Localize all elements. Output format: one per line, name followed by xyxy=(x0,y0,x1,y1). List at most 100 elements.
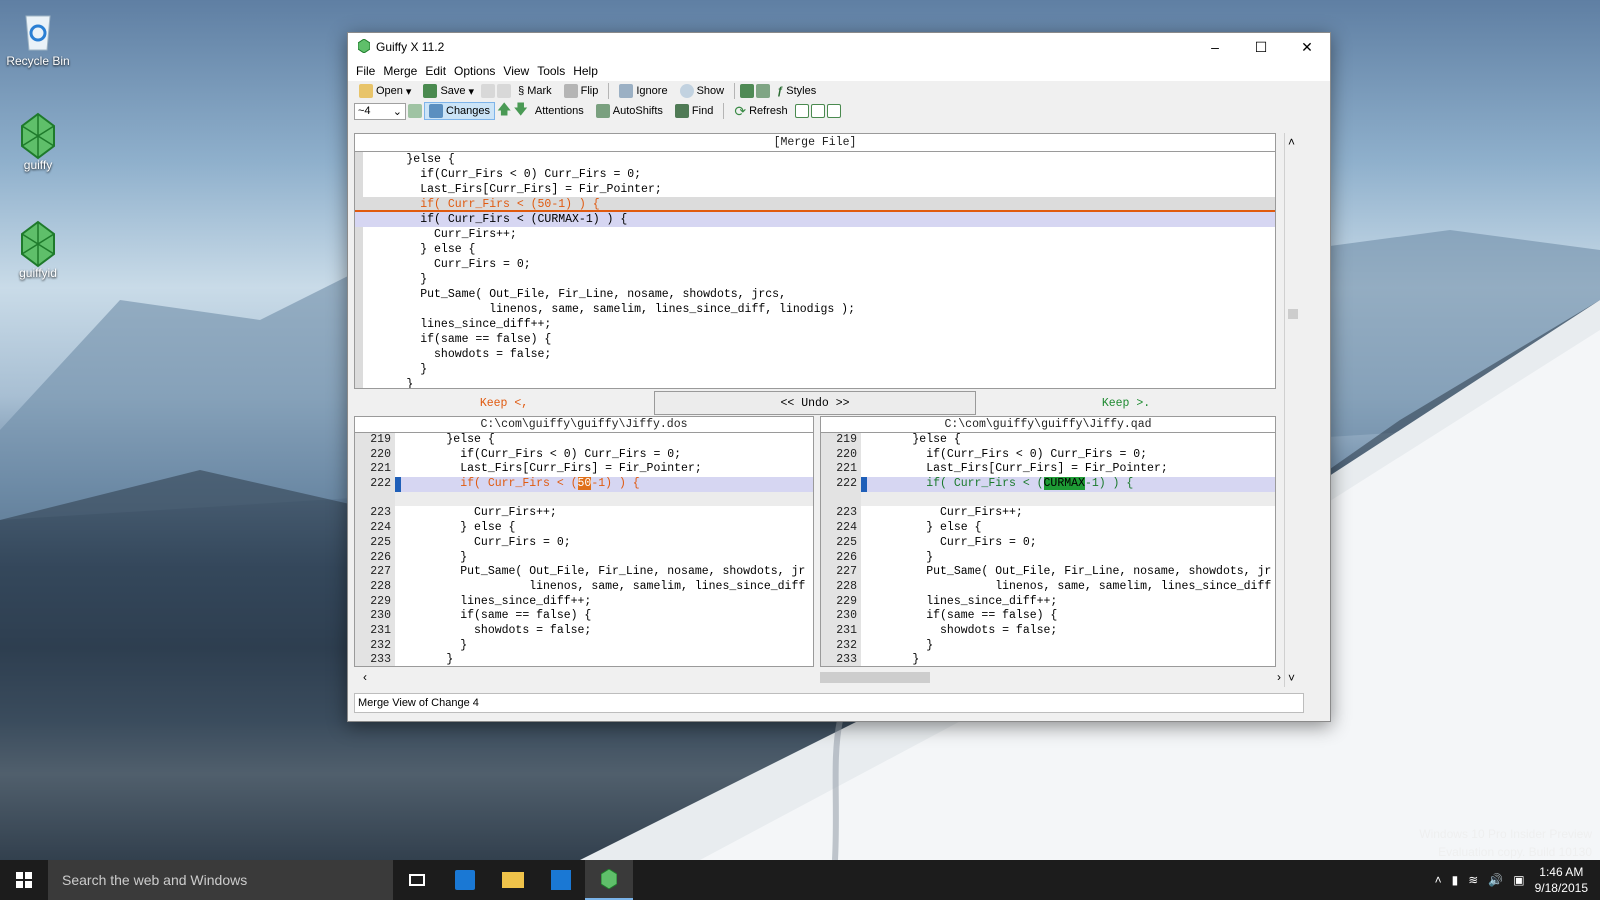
refresh-label: Refresh xyxy=(749,105,788,117)
menu-merge[interactable]: Merge xyxy=(379,64,421,78)
magnifier-icon xyxy=(679,84,694,98)
layout-rows-icon[interactable] xyxy=(810,104,825,118)
scroll-thumb[interactable] xyxy=(1288,309,1298,319)
left-row: 225 Curr_Firs = 0; xyxy=(355,535,813,551)
flip-label: Flip xyxy=(580,85,599,97)
desktop-icon-recycle-bin[interactable]: Recycle Bin xyxy=(0,8,76,68)
merge-line: showdots = false; xyxy=(365,348,552,361)
merge-icon[interactable] xyxy=(740,84,755,98)
styles-button[interactable]: ƒ Styles xyxy=(772,82,821,100)
first-change-icon[interactable] xyxy=(408,104,422,118)
merge-line: }else { xyxy=(365,153,455,166)
desktop-icon-guiffy[interactable]: guiffy xyxy=(0,112,76,172)
keep-left-button[interactable]: Keep <, xyxy=(354,391,654,415)
change-select[interactable]: ~4 ⌄ xyxy=(354,102,406,120)
attentions-button[interactable]: Attentions xyxy=(530,102,589,120)
merge-line: Put_Same( Out_File, Fir_Line, nosame, sh… xyxy=(365,288,786,301)
code-text: Curr_Firs = 0; xyxy=(871,535,1037,549)
volume-icon[interactable]: 🔊 xyxy=(1488,873,1503,887)
find-button[interactable]: Find xyxy=(670,102,718,120)
wifi-icon[interactable]: ≋ xyxy=(1468,873,1478,887)
line-number: 221 xyxy=(821,462,861,478)
right-file-pane[interactable]: C:\com\guiffy\guiffy\Jiffy.qad 219 }else… xyxy=(820,416,1276,667)
edge-browser-button[interactable] xyxy=(441,860,489,900)
guiffy-taskbar-button[interactable] xyxy=(585,860,633,900)
paste-icon[interactable] xyxy=(497,84,512,98)
merge-file-pane[interactable]: [Merge File] }else { if(Curr_Firs < 0) C… xyxy=(354,133,1276,389)
file-explorer-button[interactable] xyxy=(489,860,537,900)
chevron-right-icon[interactable]: › xyxy=(1277,670,1281,684)
line-number: 229 xyxy=(355,594,395,610)
save-button[interactable]: Save ▾ xyxy=(418,82,479,100)
watermark-line: Evaluation copy. Build 10130 xyxy=(1438,845,1592,859)
left-row: 226 } xyxy=(355,550,813,566)
chevron-up-icon[interactable]: ˄ xyxy=(1288,135,1295,149)
chevron-up-icon[interactable]: ˄ xyxy=(1435,873,1442,887)
chevron-left-icon[interactable]: ‹ xyxy=(363,670,367,684)
merge-line: } xyxy=(365,273,428,286)
mark-button[interactable]: § Mark xyxy=(513,82,557,100)
minimize-button[interactable]: – xyxy=(1192,33,1238,61)
left-row: 228 linenos, same, samelim, lines_since_… xyxy=(355,579,813,595)
title-bar: Guiffy X 11.2 – ☐ ✕ xyxy=(348,33,1330,61)
start-button[interactable] xyxy=(0,860,48,900)
arrow-up-icon[interactable]: 🡅 xyxy=(497,99,511,123)
globe-icon xyxy=(455,870,475,890)
menu-view[interactable]: View xyxy=(499,64,533,78)
windows-watermark: Windows 10 Pro Insider Preview Evaluatio… xyxy=(1419,825,1592,861)
keep-right-button[interactable]: Keep >. xyxy=(976,391,1276,415)
battery-icon[interactable]: ▮ xyxy=(1452,873,1459,887)
maximize-button[interactable]: ☐ xyxy=(1238,33,1284,61)
changes-button[interactable]: Changes xyxy=(424,102,496,120)
horizontal-scrollbar[interactable]: ‹ › xyxy=(360,669,1284,686)
line-number: 232 xyxy=(355,638,395,654)
undo-button[interactable]: << Undo >> xyxy=(654,391,976,415)
arrow-down-icon[interactable]: 🡇 xyxy=(513,99,527,123)
line-number: 219 xyxy=(821,433,861,448)
open-button[interactable]: Open ▾ xyxy=(354,82,416,100)
left-file-pane[interactable]: C:\com\guiffy\guiffy\Jiffy.dos 219 }else… xyxy=(354,416,814,667)
layout-single-icon[interactable] xyxy=(826,104,841,118)
clock[interactable]: 1:46 AM 9/18/2015 xyxy=(1535,864,1588,896)
code-text: } xyxy=(405,653,454,667)
task-view-button[interactable] xyxy=(393,860,441,900)
code-text: linenos, same, samelim, lines_since_diff xyxy=(405,579,806,593)
ignore-button[interactable]: Ignore xyxy=(614,82,672,100)
notification-icon[interactable]: ▣ xyxy=(1513,873,1524,887)
menu-help[interactable]: Help xyxy=(569,64,602,78)
menu-file[interactable]: File xyxy=(352,64,379,78)
close-button[interactable]: ✕ xyxy=(1284,33,1330,61)
left-row: 223 Curr_Firs++; xyxy=(355,506,813,522)
code-text: } xyxy=(871,638,934,652)
right-row: 224 } else { xyxy=(821,521,1275,536)
code-text: linenos, same, samelim, lines_since_diff xyxy=(871,579,1272,593)
left-row: 229 lines_since_diff++; xyxy=(355,594,813,610)
flip-button[interactable]: Flip xyxy=(559,82,604,100)
open-label: Open xyxy=(376,85,403,97)
desktop-icon-guiffyid[interactable]: guiffyid xyxy=(0,220,76,280)
sync-icon[interactable] xyxy=(756,84,771,98)
changed-text-highlight: 50 xyxy=(577,477,592,491)
menu-tools[interactable]: Tools xyxy=(533,64,569,78)
vertical-scrollbar[interactable]: ˄ ˅ xyxy=(1284,133,1300,687)
code-text: } xyxy=(405,638,468,652)
refresh-icon: ⟳ xyxy=(734,102,747,119)
taskbar-search-box[interactable]: Search the web and Windows xyxy=(48,860,393,900)
refresh-button[interactable]: ⟳ Refresh xyxy=(729,102,792,120)
store-button[interactable] xyxy=(537,860,585,900)
changed-text-pre: if( Curr_Firs < ( xyxy=(405,477,578,491)
left-row-changed: 222 if( Curr_Firs < (50-1) ) { xyxy=(355,477,813,492)
code-text: }else { xyxy=(405,433,495,446)
binoculars-icon xyxy=(674,104,689,118)
menu-options[interactable]: Options xyxy=(450,64,499,78)
copy-icon[interactable] xyxy=(481,84,496,98)
scroll-thumb[interactable] xyxy=(820,672,930,683)
menu-edit[interactable]: Edit xyxy=(421,64,450,78)
left-row: 233 } xyxy=(355,653,813,667)
autoshifts-button[interactable]: AutoShifts xyxy=(591,102,668,120)
chevron-down-icon[interactable]: ˅ xyxy=(1288,671,1295,685)
layout-columns-icon[interactable] xyxy=(794,104,809,118)
code-text: }else { xyxy=(871,433,961,446)
show-button[interactable]: Show xyxy=(675,82,730,100)
save-label: Save xyxy=(440,85,466,97)
